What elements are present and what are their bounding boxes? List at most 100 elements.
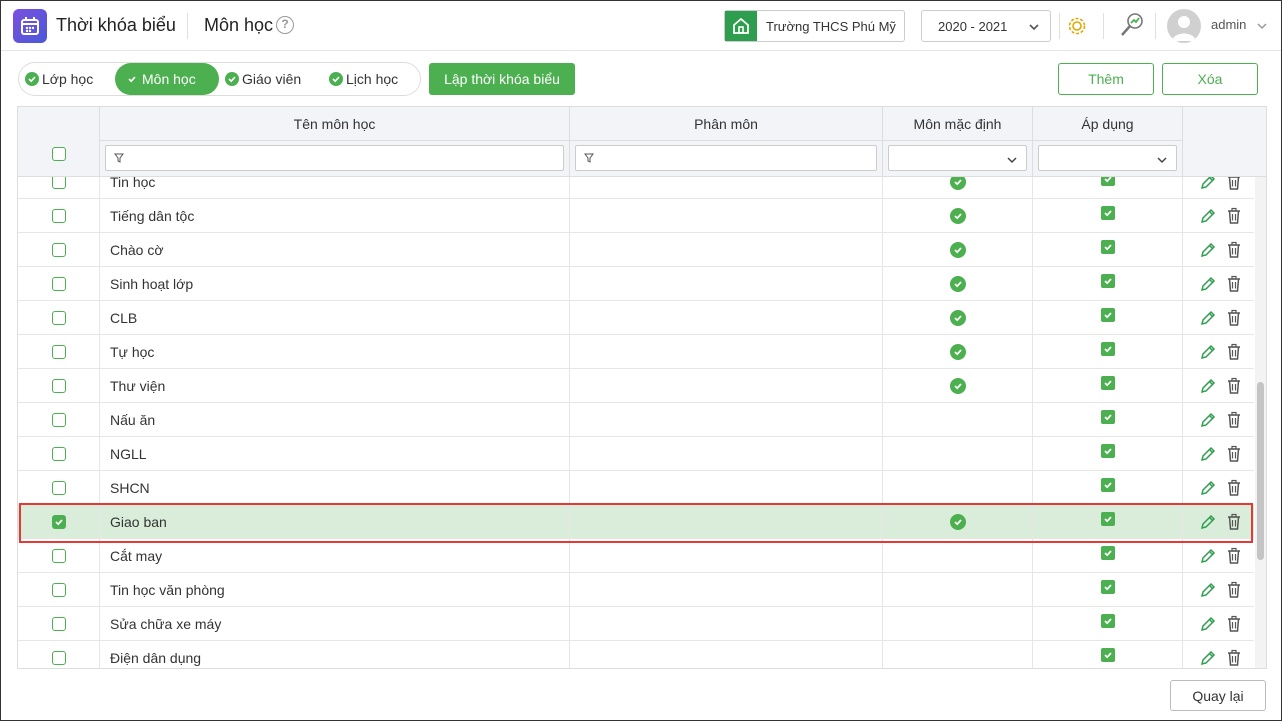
help-icon[interactable]: ? bbox=[276, 16, 294, 34]
edit-pencil-icon[interactable] bbox=[1199, 615, 1217, 633]
trash-icon[interactable] bbox=[1226, 207, 1242, 225]
edit-pencil-icon[interactable] bbox=[1199, 309, 1217, 327]
apply-checkbox[interactable] bbox=[1100, 410, 1115, 424]
wrench-chart-icon[interactable] bbox=[1118, 11, 1146, 39]
trash-icon[interactable] bbox=[1226, 177, 1242, 191]
trash-icon[interactable] bbox=[1226, 547, 1242, 565]
row-checkbox[interactable] bbox=[51, 345, 66, 359]
name-filter-input[interactable] bbox=[105, 145, 564, 171]
table-row[interactable]: Tin học văn phòng bbox=[18, 573, 1254, 607]
trash-icon[interactable] bbox=[1226, 377, 1242, 395]
apply-checkbox[interactable] bbox=[1100, 614, 1115, 628]
trash-icon[interactable] bbox=[1226, 411, 1242, 429]
table-row[interactable]: Thư viện bbox=[18, 369, 1254, 403]
row-checkbox[interactable] bbox=[51, 651, 66, 665]
apply-checkbox[interactable] bbox=[1100, 177, 1115, 186]
edit-pencil-icon[interactable] bbox=[1199, 207, 1217, 225]
edit-pencil-icon[interactable] bbox=[1199, 513, 1217, 531]
table-row[interactable]: Tiếng dân tộc bbox=[18, 199, 1254, 233]
row-checkbox[interactable] bbox=[51, 379, 66, 393]
sub-filter-input[interactable] bbox=[575, 145, 877, 171]
row-checkbox[interactable] bbox=[51, 311, 66, 325]
row-checkbox[interactable] bbox=[51, 549, 66, 563]
apply-checkbox[interactable] bbox=[1100, 308, 1115, 322]
table-row[interactable]: Tự học bbox=[18, 335, 1254, 369]
row-checkbox[interactable] bbox=[51, 277, 66, 291]
trash-icon[interactable] bbox=[1226, 309, 1242, 327]
edit-pencil-icon[interactable] bbox=[1199, 241, 1217, 259]
apply-checkbox[interactable] bbox=[1100, 240, 1115, 254]
tab-giao-vien[interactable]: Giáo viên bbox=[225, 63, 301, 95]
trash-icon[interactable] bbox=[1226, 343, 1242, 361]
apply-checkbox[interactable] bbox=[1100, 648, 1115, 662]
apply-checkbox[interactable] bbox=[1100, 376, 1115, 390]
edit-pencil-icon[interactable] bbox=[1199, 445, 1217, 463]
tab-mon-hoc[interactable]: Môn học bbox=[115, 63, 219, 95]
apply-checkbox[interactable] bbox=[1100, 444, 1115, 458]
row-checkbox[interactable] bbox=[51, 481, 66, 495]
tab-lich-hoc[interactable]: Lịch học bbox=[329, 63, 398, 95]
add-button[interactable]: Thêm bbox=[1058, 63, 1154, 95]
edit-pencil-icon[interactable] bbox=[1199, 411, 1217, 429]
trash-icon[interactable] bbox=[1226, 479, 1242, 497]
apply-checkbox[interactable] bbox=[1100, 580, 1115, 594]
row-checkbox[interactable] bbox=[51, 617, 66, 631]
edit-pencil-icon[interactable] bbox=[1199, 377, 1217, 395]
build-timetable-button[interactable]: Lập thời khóa biểu bbox=[429, 63, 575, 95]
avatar[interactable] bbox=[1167, 9, 1201, 43]
table-row[interactable]: CLB bbox=[18, 301, 1254, 335]
edit-pencil-icon[interactable] bbox=[1199, 479, 1217, 497]
row-checkbox[interactable] bbox=[51, 209, 66, 223]
apply-filter-select[interactable] bbox=[1038, 145, 1177, 171]
trash-icon[interactable] bbox=[1226, 241, 1242, 259]
trash-icon[interactable] bbox=[1226, 649, 1242, 667]
apply-checkbox[interactable] bbox=[1100, 546, 1115, 560]
table-row[interactable]: Sinh hoạt lớp bbox=[18, 267, 1254, 301]
row-checkbox[interactable] bbox=[51, 243, 66, 257]
back-button[interactable]: Quay lại bbox=[1170, 680, 1266, 711]
edit-pencil-icon[interactable] bbox=[1199, 275, 1217, 293]
scrollbar[interactable] bbox=[1255, 177, 1266, 668]
chevron-down-icon[interactable] bbox=[1256, 20, 1268, 32]
row-checkbox[interactable] bbox=[51, 177, 66, 189]
delete-button[interactable]: Xóa bbox=[1162, 63, 1258, 95]
table-row[interactable]: Chào cờ bbox=[18, 233, 1254, 267]
table-row[interactable]: Giao ban bbox=[18, 505, 1254, 539]
table-row[interactable]: Tin học bbox=[18, 177, 1254, 199]
trash-icon[interactable] bbox=[1226, 581, 1242, 599]
row-checkbox[interactable] bbox=[51, 515, 66, 529]
table-row[interactable]: Sửa chữa xe máy bbox=[18, 607, 1254, 641]
edit-pencil-icon[interactable] bbox=[1199, 581, 1217, 599]
edit-pencil-icon[interactable] bbox=[1199, 343, 1217, 361]
default-filter-select[interactable] bbox=[888, 145, 1027, 171]
apply-checkbox[interactable] bbox=[1100, 342, 1115, 356]
calendar-icon[interactable] bbox=[13, 9, 47, 43]
apply-checkbox[interactable] bbox=[1100, 206, 1115, 220]
edit-pencil-icon[interactable] bbox=[1199, 177, 1217, 191]
table-row[interactable]: Nấu ăn bbox=[18, 403, 1254, 437]
gear-icon[interactable] bbox=[1065, 14, 1089, 38]
table-row[interactable]: Điện dân dụng bbox=[18, 641, 1254, 668]
tab-lop-hoc[interactable]: Lớp học bbox=[25, 63, 93, 95]
row-checkbox[interactable] bbox=[51, 447, 66, 461]
table-row[interactable]: NGLL bbox=[18, 437, 1254, 471]
year-select[interactable]: 2020 - 2021 bbox=[921, 10, 1051, 42]
apply-checkbox[interactable] bbox=[1100, 274, 1115, 288]
table-row[interactable]: SHCN bbox=[18, 471, 1254, 505]
row-checkbox[interactable] bbox=[51, 413, 66, 427]
trash-icon[interactable] bbox=[1226, 445, 1242, 463]
scrollbar-thumb[interactable] bbox=[1257, 382, 1264, 560]
school-selector[interactable]: Trường THCS Phú Mỹ bbox=[724, 10, 905, 42]
trash-icon[interactable] bbox=[1226, 513, 1242, 531]
apply-checkbox[interactable] bbox=[1100, 478, 1115, 492]
trash-icon[interactable] bbox=[1226, 615, 1242, 633]
edit-pencil-icon[interactable] bbox=[1199, 547, 1217, 565]
apply-checkbox[interactable] bbox=[1100, 512, 1115, 526]
user-name[interactable]: admin bbox=[1211, 17, 1246, 32]
trash-icon[interactable] bbox=[1226, 275, 1242, 293]
table-row[interactable]: Cắt may bbox=[18, 539, 1254, 573]
divider bbox=[570, 140, 882, 141]
edit-pencil-icon[interactable] bbox=[1199, 649, 1217, 667]
row-checkbox[interactable] bbox=[51, 583, 66, 597]
select-all-checkbox[interactable] bbox=[52, 147, 66, 161]
